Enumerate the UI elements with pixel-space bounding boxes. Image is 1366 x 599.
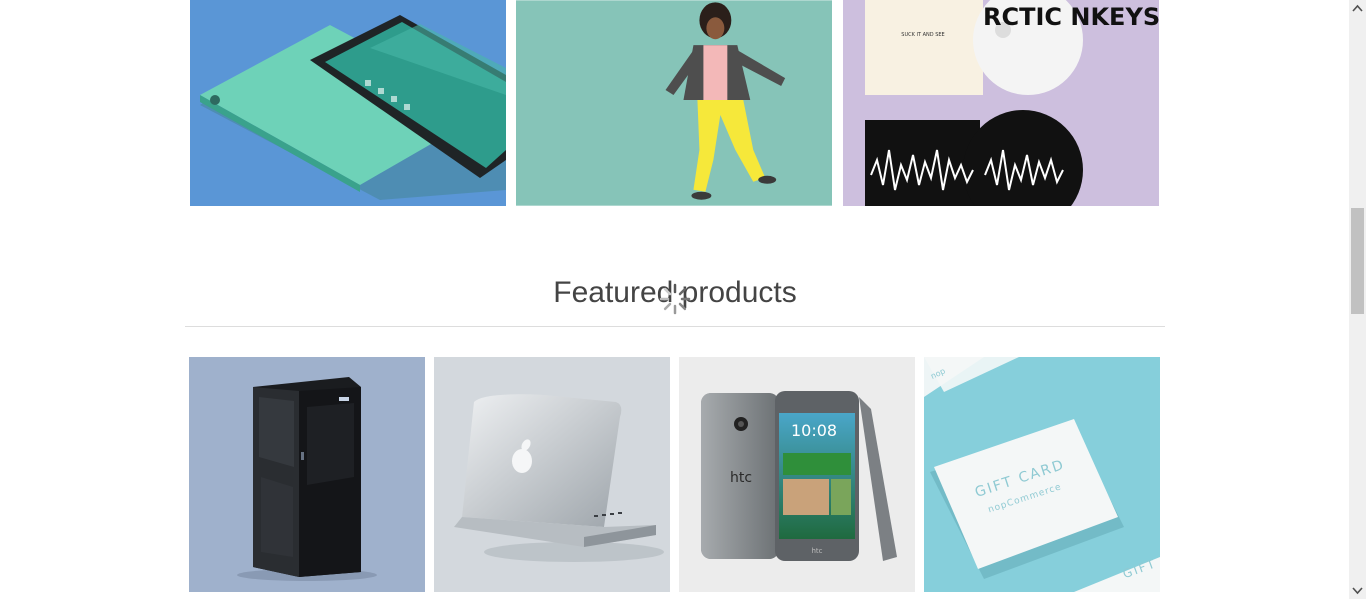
- category-tile-digital-downloads[interactable]: SUCK IT AND SEE RCTIC NKEYS: [843, 0, 1159, 206]
- section-divider: [185, 326, 1165, 327]
- category-tile-cell-phones[interactable]: [190, 0, 506, 206]
- category-tile-apparel[interactable]: [516, 0, 832, 206]
- product-tile-server[interactable]: [189, 357, 425, 592]
- server-tower-image: [189, 357, 425, 592]
- laptop-image: [434, 357, 670, 592]
- htc-back-logo: htc: [730, 470, 752, 486]
- htc-smartphone-image: htc 10:08 htc: [679, 357, 915, 592]
- product-tile-gift-card[interactable]: GIFT CARD nopCommerce GIFT nop: [924, 357, 1160, 592]
- album-cover-image: SUCK IT AND SEE RCTIC NKEYS: [843, 0, 1159, 206]
- htc-clock-text: 10:08: [791, 421, 837, 440]
- htc-front-logo: htc: [811, 547, 822, 555]
- woman-jumping-image: [516, 0, 832, 206]
- scrollbar-thumb[interactable]: [1351, 208, 1364, 314]
- vertical-scrollbar[interactable]: [1349, 0, 1366, 599]
- scroll-down-arrow-icon[interactable]: [1349, 582, 1366, 599]
- product-tile-htc-phone[interactable]: htc 10:08 htc: [679, 357, 915, 592]
- loading-spinner-icon: [659, 283, 691, 315]
- home-page: SUCK IT AND SEE RCTIC NKEYS Featured pro…: [0, 0, 1366, 599]
- scroll-up-arrow-icon[interactable]: [1349, 0, 1366, 17]
- album-small-text: SUCK IT AND SEE: [901, 32, 944, 38]
- album-band-text: RCTIC NKEYS: [983, 3, 1159, 31]
- gift-card-image: GIFT CARD nopCommerce GIFT nop: [924, 357, 1160, 592]
- product-tile-laptop[interactable]: [434, 357, 670, 592]
- teal-smartphone-image: [190, 0, 506, 206]
